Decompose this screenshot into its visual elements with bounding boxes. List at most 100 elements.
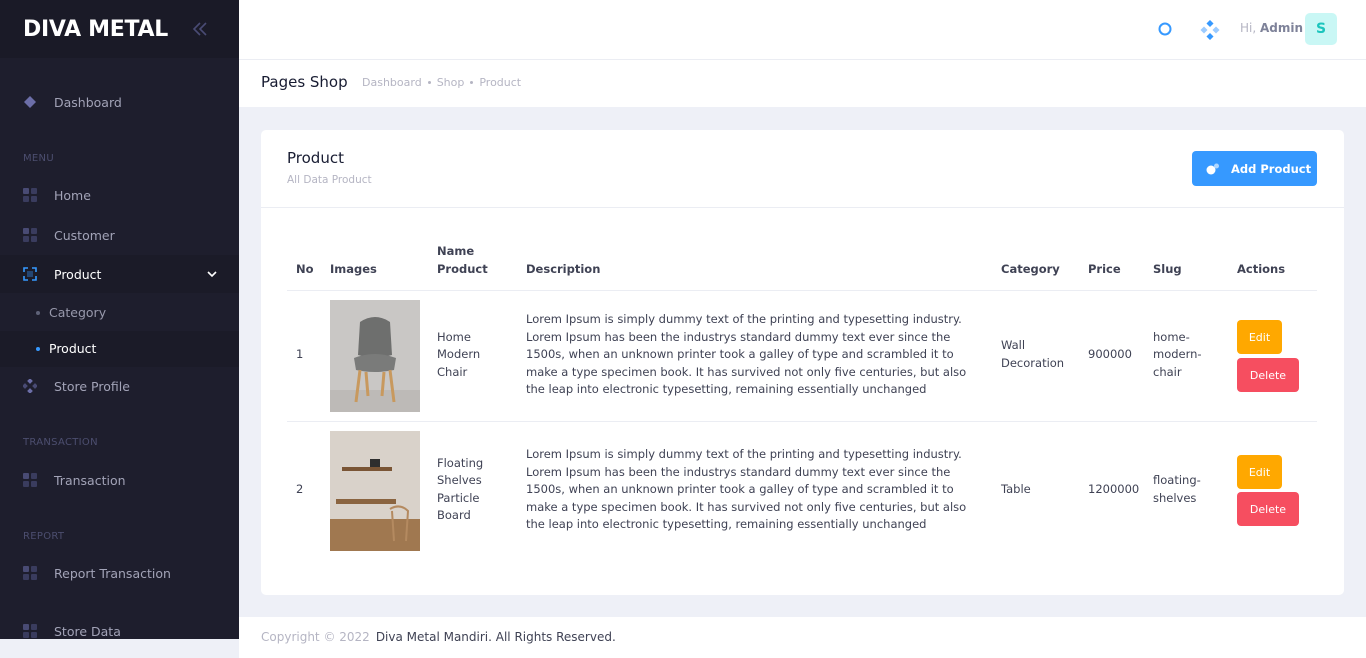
sidebar-subitem-product[interactable]: Product <box>0 331 239 367</box>
cell-price: 1200000 <box>1088 482 1140 496</box>
avatar[interactable]: S <box>1305 13 1337 45</box>
card-header: Product All Data Product Add Product <box>261 130 1344 208</box>
cell-category-line1: Table <box>1001 482 1031 496</box>
delete-button[interactable]: Delete <box>1237 358 1299 392</box>
chevron-down-icon[interactable] <box>206 269 218 279</box>
cell-no: 2 <box>296 482 304 496</box>
breadcrumb-separator <box>470 81 474 84</box>
dashboard-icon <box>24 96 36 108</box>
cell-name-line3: Chair <box>437 365 468 379</box>
row-divider <box>287 421 1317 422</box>
section-transaction: TRANSACTION <box>23 437 98 448</box>
sidebar-item-label: Dashboard <box>54 94 122 110</box>
breadcrumb-separator <box>427 81 431 84</box>
product-icon <box>23 267 37 281</box>
sidebar-item-label: Product <box>54 266 102 282</box>
cell-price: 900000 <box>1088 347 1132 361</box>
cell-name-line4: Board <box>437 508 471 522</box>
edit-button[interactable]: Edit <box>1237 320 1282 354</box>
cell-description-line2: Lorem Ipsum has been the industrys stand… <box>526 465 951 479</box>
cell-description-line5: the leap into electronic typesetting, re… <box>526 382 927 396</box>
sidebar-subitem-label: Product <box>49 341 97 356</box>
cell-description-line4: make a type specimen book. It has surviv… <box>526 365 967 379</box>
cell-slug-line2: shelves <box>1153 491 1197 505</box>
cell-slug-line1: floating- <box>1153 473 1201 487</box>
sidebar-item-store-data[interactable]: Store Data <box>0 612 239 639</box>
breadcrumb-product[interactable]: Product <box>479 76 521 89</box>
cell-name-line2: Modern <box>437 347 481 361</box>
sidebar-item-label: Store Data <box>54 623 121 639</box>
cell-description-line1: Lorem Ipsum is simply dummy text of the … <box>526 312 962 326</box>
cell-name-line1: Floating <box>437 456 484 470</box>
sidebar-item-store-profile[interactable]: Store Profile <box>0 367 239 405</box>
sidebar-item-home[interactable]: Home <box>0 176 239 214</box>
cell-category-line2: Decoration <box>1001 356 1065 370</box>
add-product-button[interactable]: Add Product <box>1192 151 1317 186</box>
col-name-line2: Product <box>437 262 488 276</box>
cell-slug-line2: modern- <box>1153 347 1202 361</box>
sidebar-subitem-label: Category <box>49 305 107 320</box>
footer: Copyright © 2022 Diva Metal Mandiri. All … <box>239 617 1366 658</box>
cell-description-line5: the leap into electronic typesetting, re… <box>526 517 927 531</box>
sidebar-item-product[interactable]: Product <box>0 255 239 293</box>
bullet-icon <box>36 311 40 315</box>
brand-logo[interactable]: DIVA METAL <box>23 17 168 42</box>
product-image-chair[interactable] <box>330 300 420 412</box>
card-title: Product <box>287 149 344 167</box>
apps-icon[interactable] <box>1200 20 1220 40</box>
cell-name-line1: Home <box>437 330 471 344</box>
sidebar-item-label: Report Transaction <box>54 565 171 581</box>
section-menu: MENU <box>23 153 54 164</box>
sidebar-item-dashboard[interactable]: Dashboard <box>0 83 239 121</box>
store-profile-icon <box>23 379 37 393</box>
sidebar-subitem-category[interactable]: Category <box>0 295 239 331</box>
transaction-icon <box>23 473 37 487</box>
bullet-icon <box>36 347 40 351</box>
sidebar-item-label: Home <box>54 187 91 203</box>
sidebar-item-customer[interactable]: Customer <box>0 216 239 254</box>
brand-bar: DIVA METAL <box>0 0 239 58</box>
breadcrumb-dashboard[interactable]: Dashboard <box>362 76 422 89</box>
col-no: No <box>296 262 314 276</box>
cell-description-line3: 1500s, when an unknown printer took a ga… <box>526 482 954 496</box>
col-category: Category <box>1001 262 1060 276</box>
edit-button[interactable]: Edit <box>1237 455 1282 489</box>
cell-name-line3: Particle <box>437 491 480 505</box>
search-icon[interactable] <box>1157 21 1175 39</box>
product-card: Product All Data Product Add Product No … <box>261 130 1344 595</box>
cell-slug-line1: home- <box>1153 330 1190 344</box>
user-name: Admin <box>1260 21 1304 35</box>
add-product-icon <box>1206 163 1219 175</box>
sidebar-item-transaction[interactable]: Transaction <box>0 461 239 499</box>
sidebar-item-label: Customer <box>54 227 115 243</box>
cell-description-line3: 1500s, when an unknown printer took a ga… <box>526 347 954 361</box>
collapse-sidebar-icon[interactable] <box>190 19 210 39</box>
home-icon <box>23 188 37 202</box>
product-image-shelves[interactable] <box>330 431 420 551</box>
subheader: Pages Shop Dashboard Shop Product <box>239 60 1366 107</box>
col-description: Description <box>526 262 601 276</box>
cell-name-line2: Shelves <box>437 473 482 487</box>
breadcrumb-shop[interactable]: Shop <box>437 76 465 89</box>
user-greeting[interactable]: Hi, Admin <box>1240 21 1303 35</box>
delete-button[interactable]: Delete <box>1237 492 1299 526</box>
col-actions: Actions <box>1237 262 1286 276</box>
col-images: Images <box>330 262 377 276</box>
section-report: REPORT <box>23 531 65 542</box>
sidebar-item-report-transaction[interactable]: Report Transaction <box>0 554 239 592</box>
cell-description-line4: make a type specimen book. It has surviv… <box>526 500 967 514</box>
row-divider <box>287 290 1317 291</box>
card-subtitle: All Data Product <box>287 174 372 186</box>
greeting-text: Hi, <box>1240 21 1257 35</box>
cell-description-line2: Lorem Ipsum has been the industrys stand… <box>526 330 951 344</box>
breadcrumb: Dashboard Shop Product <box>362 76 521 89</box>
cell-description-line1: Lorem Ipsum is simply dummy text of the … <box>526 447 962 461</box>
cell-category-line1: Wall <box>1001 338 1026 352</box>
col-slug: Slug <box>1153 262 1182 276</box>
copyright: Copyright © 2022 Diva Metal Mandiri. All … <box>261 630 616 644</box>
cell-slug-line3: chair <box>1153 365 1182 379</box>
company-link[interactable]: Diva Metal Mandiri. All Rights Reserved. <box>376 630 616 644</box>
top-header: Hi, Admin S <box>239 0 1366 60</box>
sidebar: DIVA METAL Dashboard MENU Home Customer … <box>0 0 239 639</box>
add-product-label: Add Product <box>1231 161 1312 176</box>
